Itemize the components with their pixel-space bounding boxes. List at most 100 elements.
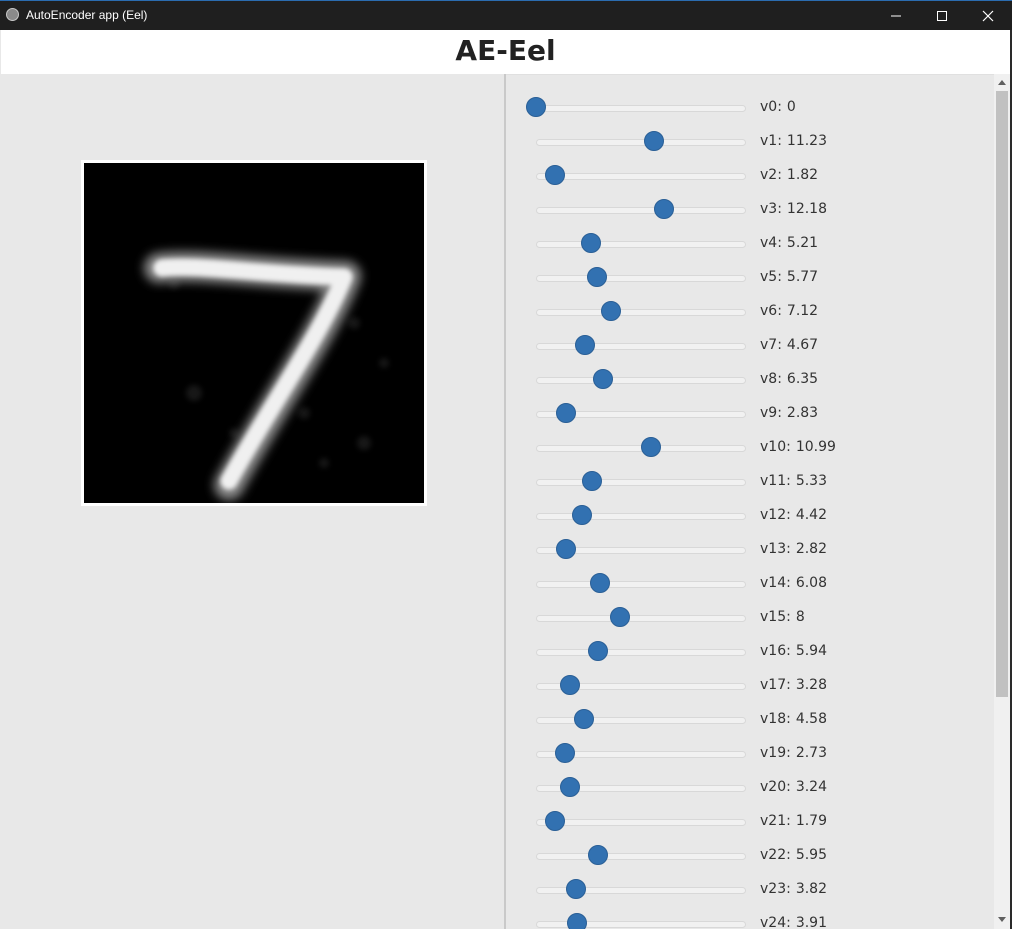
slider-row-v18: v18: 4.58 [506,702,994,736]
slider-track[interactable] [536,853,746,860]
slider-thumb[interactable] [566,879,587,899]
slider-name: v5: [760,269,782,285]
slider-track[interactable] [536,513,746,520]
minimize-button[interactable] [873,1,919,30]
slider-track[interactable] [536,717,746,724]
scroll-up-arrow-icon[interactable] [998,80,1006,85]
slider-thumb[interactable] [560,675,581,695]
scroll-thumb[interactable] [996,91,1008,697]
slider-thumb[interactable] [555,539,576,559]
slider-track[interactable] [536,139,746,146]
slider-thumb[interactable] [545,165,566,185]
slider-row-v2: v2: 1.82 [506,158,994,192]
slider-label: v2: 1.82 [760,166,818,184]
slider-thumb[interactable] [589,573,610,593]
slider-row-v14: v14: 6.08 [506,566,994,600]
slider-track[interactable] [536,241,746,248]
title-bar: AutoEncoder app (Eel) [0,0,1012,30]
close-icon [982,10,994,22]
close-button[interactable] [965,1,1011,30]
slider-thumb[interactable] [580,233,601,253]
slider-thumb[interactable] [567,913,588,929]
slider-thumb[interactable] [610,607,630,627]
slider-thumb[interactable] [574,709,595,729]
slider-label: v23: 3.82 [760,880,827,898]
slider-label: v20: 3.24 [760,778,827,796]
slider-row-v1: v1: 11.23 [506,124,994,158]
slider-track[interactable] [536,649,746,656]
scroll-down-arrow-icon[interactable] [998,917,1006,922]
slider-name: v19: [760,745,791,761]
slider-thumb[interactable] [588,641,609,661]
slider-value: 5.77 [786,269,819,285]
slider-value: 8 [795,609,805,625]
slider-thumb[interactable] [572,505,593,525]
slider-track[interactable] [536,275,746,282]
slider-track[interactable] [536,581,746,588]
slider-name: v13: [760,541,791,557]
slider-name: v21: [760,813,791,829]
slider-track[interactable] [536,173,746,180]
slider-label: v8: 6.35 [760,370,818,388]
slider-track[interactable] [536,207,746,214]
slider-thumb[interactable] [555,403,576,423]
slider-thumb[interactable] [575,335,596,355]
slider-row-v12: v12: 4.42 [506,498,994,532]
slider-thumb[interactable] [641,437,662,457]
slider-row-v7: v7: 4.67 [506,328,994,362]
slider-thumb[interactable] [600,301,621,321]
vertical-scrollbar[interactable] [994,74,1010,929]
slider-value: 0 [786,99,796,115]
slider-track[interactable] [536,309,746,316]
slider-label: v14: 6.08 [760,574,827,592]
slider-row-v13: v13: 2.82 [506,532,994,566]
slider-track[interactable] [536,343,746,350]
slider-name: v24: [760,915,791,929]
slider-label: v15: 8 [760,608,805,626]
slider-label: v16: 5.94 [760,642,827,660]
slider-name: v23: [760,881,791,897]
globe-icon [6,8,19,21]
slider-name: v16: [760,643,791,659]
slider-track[interactable] [536,819,746,826]
slider-thumb[interactable] [653,199,674,219]
slider-name: v10: [760,439,791,455]
slider-label: v19: 2.73 [760,744,827,762]
slider-track[interactable] [536,105,746,112]
slider-thumb[interactable] [560,777,581,797]
slider-name: v22: [760,847,791,863]
slider-row-v21: v21: 1.79 [506,804,994,838]
slider-track[interactable] [536,615,746,622]
slider-row-v0: v0: 0 [506,90,994,124]
slider-row-v9: v9: 2.83 [506,396,994,430]
slider-row-v20: v20: 3.24 [506,770,994,804]
slider-name: v15: [760,609,791,625]
slider-track[interactable] [536,479,746,486]
slider-value: 7.12 [786,303,819,319]
slider-thumb[interactable] [581,471,602,491]
slider-name: v1: [760,133,782,149]
slider-track[interactable] [536,377,746,384]
slider-thumb[interactable] [554,743,575,763]
slider-label: v7: 4.67 [760,336,818,354]
maximize-button[interactable] [919,1,965,30]
slider-value: 2.73 [795,745,827,761]
slider-thumb[interactable] [643,131,664,151]
slider-value: 12.18 [786,201,828,217]
slider-name: v9: [760,405,782,421]
slider-value: 5.21 [786,235,819,251]
slider-value: 6.08 [795,575,827,591]
slider-thumb[interactable] [586,267,607,287]
slider-thumb[interactable] [588,845,609,865]
slider-label: v0: 0 [760,98,796,116]
slider-thumb[interactable] [592,369,613,389]
slider-row-v23: v23: 3.82 [506,872,994,906]
slider-value: 2.83 [786,405,819,421]
slider-name: v8: [760,371,782,387]
slider-value: 4.67 [786,337,819,353]
slider-thumb[interactable] [544,811,565,831]
slider-thumb[interactable] [526,97,546,117]
slider-row-v11: v11: 5.33 [506,464,994,498]
slider-value: 1.79 [795,813,827,829]
slider-name: v6: [760,303,782,319]
